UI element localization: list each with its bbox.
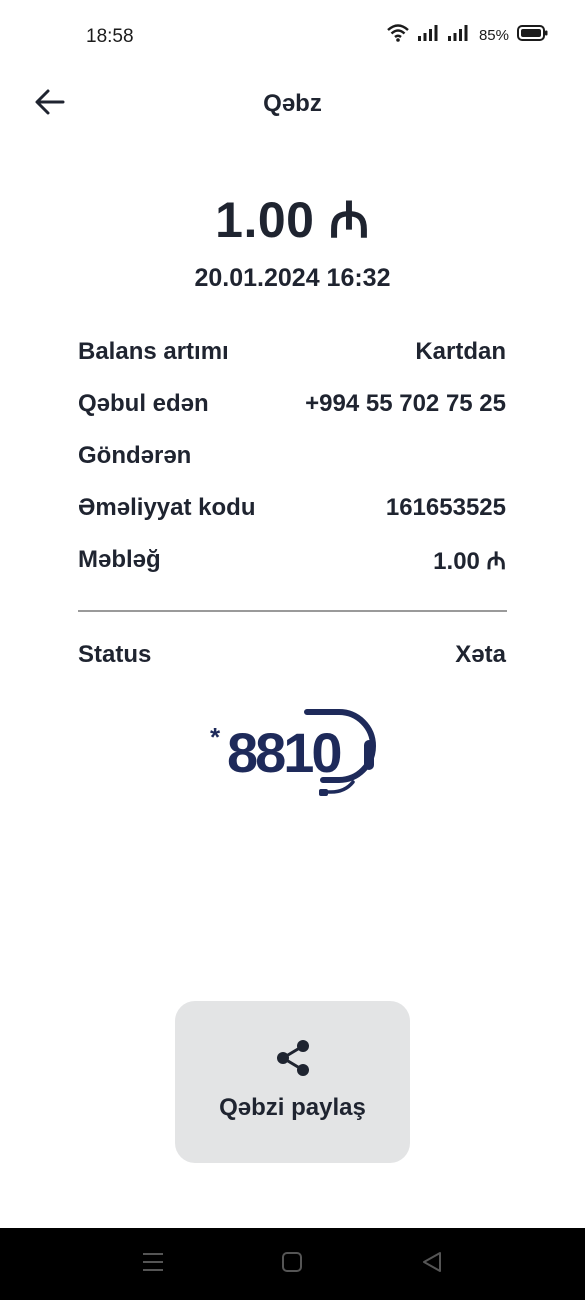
hotline-star: * xyxy=(210,722,221,752)
detail-row-recipient: Qəbul edən +994 55 702 75 25 xyxy=(78,378,506,430)
status-row: Status Xəta xyxy=(78,641,506,669)
detail-value: 1.00 ₼ xyxy=(433,547,506,575)
page-title: Qəbz xyxy=(263,90,322,117)
divider xyxy=(78,610,507,612)
receipt-datetime: 20.01.2024 16:32 xyxy=(194,264,391,292)
detail-label: Göndərən xyxy=(78,442,192,469)
detail-row-balance: Balans artımı Kartdan xyxy=(78,326,506,378)
receipt-details: Balans artımı Kartdan Qəbul edən +994 55… xyxy=(78,326,506,586)
detail-row-sender: Göndərən xyxy=(78,430,506,482)
home-icon xyxy=(281,1251,303,1278)
detail-value: +994 55 702 75 25 xyxy=(305,390,506,417)
detail-label: Əməliyyat kodu xyxy=(78,494,256,521)
detail-row-operation-code: Əməliyyat kodu 161653525 xyxy=(78,482,506,534)
detail-label: Qəbul edən xyxy=(78,390,209,417)
signal-icon xyxy=(417,24,439,47)
share-label: Qəbzi paylaş xyxy=(219,1094,366,1121)
system-nav-bar xyxy=(0,1228,585,1300)
detail-value: 161653525 xyxy=(385,494,506,521)
nav-back-button[interactable] xyxy=(418,1250,446,1278)
nav-menu-button[interactable] xyxy=(139,1250,167,1278)
share-receipt-button[interactable]: Qəbzi paylaş xyxy=(175,1001,410,1163)
receipt-amount: 1.00 ₼ xyxy=(215,192,370,248)
headset-icon xyxy=(301,704,381,805)
back-icon xyxy=(421,1251,443,1278)
signal-icon xyxy=(447,24,469,47)
detail-label: Balans artımı xyxy=(78,338,229,365)
detail-row-amount: Məbləğ 1.00 ₼ xyxy=(78,534,506,586)
menu-icon xyxy=(141,1251,165,1278)
wifi-icon xyxy=(387,24,409,47)
status-label: Status xyxy=(78,641,152,668)
nav-home-button[interactable] xyxy=(278,1250,306,1278)
hotline-logo[interactable]: * 8810 xyxy=(205,700,385,800)
battery-icon xyxy=(517,24,549,47)
battery-percent: 85% xyxy=(478,27,509,44)
status-value: Xəta xyxy=(455,641,506,668)
detail-value: Kartdan xyxy=(415,338,506,365)
detail-label: Məbləğ xyxy=(78,546,161,573)
status-icons: 85% xyxy=(387,24,549,47)
header: Qəbz xyxy=(0,72,585,138)
status-bar: 18:58 85% xyxy=(0,0,585,72)
share-icon xyxy=(275,1039,311,1082)
status-time: 18:58 xyxy=(86,26,134,47)
